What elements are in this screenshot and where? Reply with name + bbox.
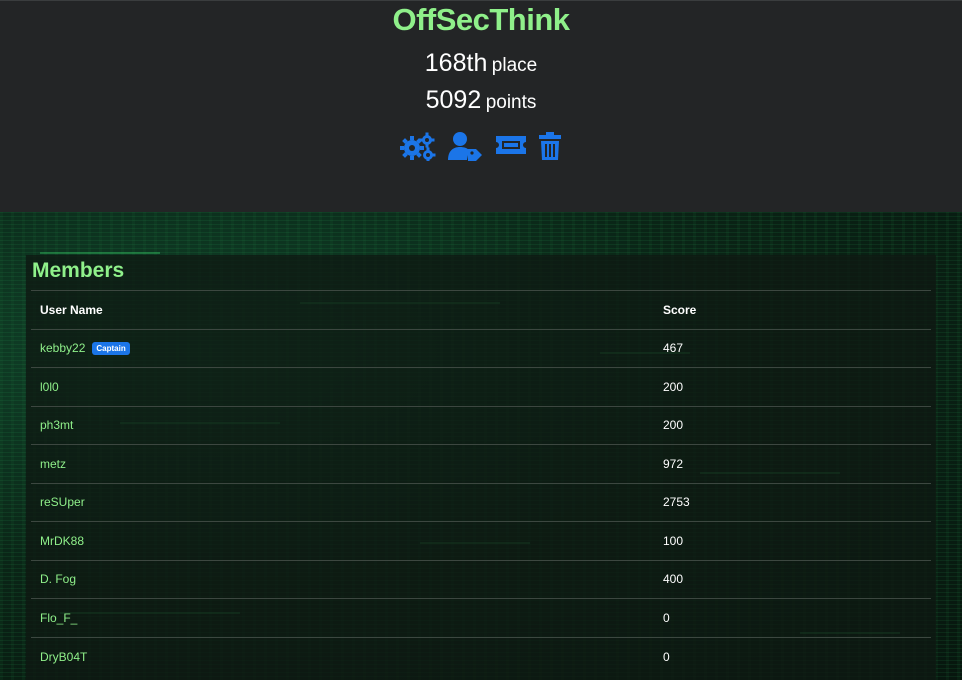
member-name-cell: ph3mt (31, 405, 654, 445)
table-row: metz 972 (31, 444, 931, 483)
member-link[interactable]: l0l0 (40, 380, 59, 394)
points-number: 5092 (425, 86, 482, 114)
team-place: 168th place (0, 48, 962, 82)
team-name: OffSecThink (392, 2, 570, 37)
member-score: 2753 (654, 482, 931, 522)
member-link[interactable]: kebby22 (40, 341, 85, 355)
members-table: User Name Score kebby22 Captain 467 l0l0 200… (31, 290, 931, 676)
member-score: 972 (654, 444, 931, 483)
member-name-cell: MrDK88 (31, 521, 654, 560)
member-name-cell: metz (31, 444, 654, 483)
ticket-icon[interactable] (495, 131, 527, 161)
member-score: 400 (654, 559, 931, 599)
member-link[interactable]: metz (40, 457, 66, 471)
member-score: 467 (654, 328, 931, 368)
points-label: points (485, 92, 537, 113)
user-tag-icon[interactable] (448, 131, 482, 161)
table-row: ph3mt 200 (31, 405, 931, 445)
place-number: 168th (424, 49, 488, 77)
column-header-score: Score (654, 290, 931, 329)
member-name-cell: l0l0 (31, 367, 654, 406)
member-name-cell: kebby22 Captain (31, 328, 654, 368)
table-row: MrDK88 100 (31, 521, 931, 560)
member-link[interactable]: MrDK88 (40, 534, 84, 548)
gears-icon[interactable] (400, 131, 436, 161)
member-name-cell: D. Fog (31, 559, 654, 599)
table-header-row: User Name Score (31, 290, 931, 329)
team-header: OffSecThink 168th place 5092 points (0, 0, 962, 212)
team-points: 5092 points (0, 85, 962, 119)
member-score: 200 (654, 367, 931, 406)
trash-icon[interactable] (538, 131, 562, 161)
table-row: Flo_F_ 0 (31, 598, 931, 637)
member-link[interactable]: ph3mt (40, 418, 73, 432)
members-panel: Members User Name Score kebby22 Captain 46… (26, 255, 936, 680)
member-score: 0 (654, 598, 931, 637)
place-label: place (491, 55, 538, 76)
member-link[interactable]: D. Fog (40, 572, 76, 586)
table-row: reSUper 2753 (31, 482, 931, 522)
table-row: DryB04T 0 (31, 636, 931, 676)
captain-badge: Captain (92, 342, 130, 356)
member-score: 100 (654, 521, 931, 560)
member-score: 0 (654, 636, 931, 676)
table-row: l0l0 200 (31, 367, 931, 406)
member-score: 200 (654, 405, 931, 445)
table-row: D. Fog 400 (31, 559, 931, 599)
member-link[interactable]: DryB04T (40, 650, 87, 664)
team-actions (0, 131, 962, 163)
member-name-cell: Flo_F_ (31, 598, 654, 637)
member-link[interactable]: reSUper (40, 495, 85, 509)
member-name-cell: DryB04T (31, 636, 654, 676)
member-link[interactable]: Flo_F_ (40, 611, 77, 625)
column-header-username: User Name (31, 290, 654, 329)
table-row: kebby22 Captain 467 (31, 328, 931, 368)
members-title: Members (32, 259, 125, 282)
member-name-cell: reSUper (31, 482, 654, 522)
